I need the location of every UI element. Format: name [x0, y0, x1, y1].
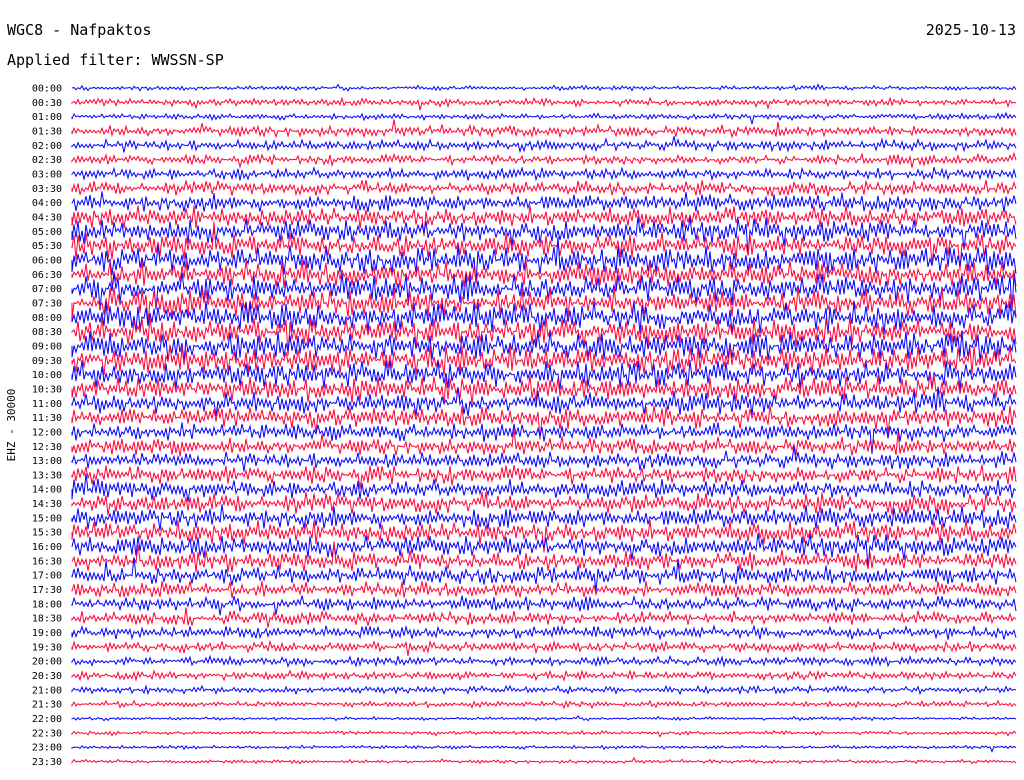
trace-line	[71, 668, 1017, 682]
time-label: 08:30	[32, 327, 62, 338]
time-labels: 00:00 00:30 01:00 01:30 02:00 02:30 03:00 03:30…	[32, 84, 62, 769]
trace-line	[71, 715, 1017, 722]
time-label: 00:00	[32, 84, 62, 95]
trace-line	[71, 607, 1017, 628]
trace-line	[71, 405, 1017, 440]
time-label: 03:00	[32, 169, 62, 180]
time-label: 19:30	[32, 642, 62, 653]
trace-line	[71, 330, 1017, 362]
time-label: 13:00	[32, 456, 62, 467]
time-label: 20:00	[32, 657, 62, 668]
time-label: 15:00	[32, 513, 62, 524]
time-label: 09:00	[32, 341, 62, 352]
time-label: 01:30	[32, 126, 62, 137]
trace-line	[71, 191, 1017, 213]
time-label: 04:00	[32, 198, 62, 209]
time-label: 07:00	[32, 284, 62, 295]
time-label: 08:00	[32, 313, 62, 324]
time-label: 23:30	[32, 757, 62, 768]
time-label: 10:00	[32, 370, 62, 381]
trace-line	[71, 684, 1017, 696]
trace-line	[71, 272, 1017, 312]
time-label: 03:30	[32, 184, 62, 195]
trace-line	[71, 624, 1017, 641]
time-label: 10:30	[32, 384, 62, 395]
trace-line	[71, 744, 1017, 753]
time-label: 14:30	[32, 499, 62, 510]
time-label: 01:00	[32, 112, 62, 123]
trace-group	[71, 83, 1017, 765]
time-label: 20:30	[32, 671, 62, 682]
time-label: 23:00	[32, 743, 62, 754]
trace-line	[71, 580, 1017, 599]
time-label: 14:00	[32, 485, 62, 496]
trace-line	[71, 729, 1017, 738]
trace-line	[71, 83, 1017, 92]
time-label: 12:30	[32, 442, 62, 453]
time-label: 19:00	[32, 628, 62, 639]
time-label: 17:30	[32, 585, 62, 596]
trace-line	[71, 639, 1017, 656]
time-label: 05:30	[32, 241, 62, 252]
time-label: 06:30	[32, 270, 62, 281]
trace-line	[71, 654, 1017, 668]
trace-line	[71, 428, 1017, 457]
time-label: 11:00	[32, 399, 62, 410]
trace-line	[71, 699, 1017, 710]
helicorder-chart: WGC8 - Nafpaktos 2025-10-13 Applied filt…	[5, 21, 1017, 769]
time-label: 18:30	[32, 614, 62, 625]
time-label: 18:00	[32, 599, 62, 610]
time-label: 22:00	[32, 714, 62, 725]
time-label: 09:30	[32, 356, 62, 367]
time-label: 07:30	[32, 298, 62, 309]
time-label: 21:00	[32, 685, 62, 696]
trace-line	[71, 111, 1017, 125]
y-axis-label: EHZ - 30000	[5, 389, 18, 462]
time-label: 00:30	[32, 98, 62, 109]
time-label: 02:30	[32, 155, 62, 166]
time-label: 21:30	[32, 700, 62, 711]
time-label: 17:00	[32, 571, 62, 582]
time-label: 02:00	[32, 141, 62, 152]
date-label: 2025-10-13	[926, 21, 1016, 39]
time-label: 12:00	[32, 427, 62, 438]
time-label: 16:00	[32, 542, 62, 553]
time-label: 16:30	[32, 556, 62, 567]
time-label: 05:00	[32, 227, 62, 238]
time-label: 22:30	[32, 728, 62, 739]
time-label: 04:30	[32, 212, 62, 223]
trace-line	[71, 151, 1017, 169]
station-title: WGC8 - Nafpaktos	[7, 21, 152, 39]
trace-line	[71, 491, 1017, 516]
time-label: 06:00	[32, 255, 62, 266]
time-label: 15:30	[32, 528, 62, 539]
trace-line	[71, 165, 1017, 182]
trace-line	[71, 756, 1017, 765]
filter-label: Applied filter: WWSSN-SP	[7, 51, 224, 69]
trace-line	[71, 594, 1017, 616]
trace-line	[71, 119, 1017, 139]
time-label: 11:30	[32, 413, 62, 424]
trace-line	[71, 96, 1017, 111]
trace-line	[71, 136, 1017, 154]
time-label: 13:30	[32, 470, 62, 481]
